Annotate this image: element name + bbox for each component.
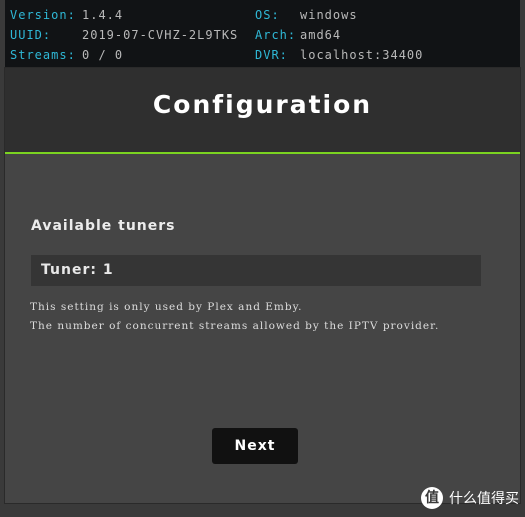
arch-value: amd64 — [300, 28, 342, 42]
uuid-value: 2019-07-CVHZ-2L9TKS — [82, 28, 239, 42]
version-label: Version: — [10, 8, 76, 22]
smzdm-logo-icon: 值 — [421, 487, 443, 509]
arch-label: Arch: — [255, 28, 297, 42]
help-text-iptv-streams: The number of concurrent streams allowed… — [30, 320, 440, 332]
info-bar: Version: 1.4.4 UUID: 2019-07-CVHZ-2L9TKS… — [5, 0, 520, 68]
streams-label: Streams: — [10, 48, 76, 62]
help-text-plex-emby: This setting is only used by Plex and Em… — [30, 301, 303, 313]
uuid-label: UUID: — [10, 28, 52, 42]
os-label: OS: — [255, 8, 280, 22]
os-value: windows — [300, 8, 358, 22]
watermark: 值 什么值得买 — [421, 487, 519, 509]
version-value: 1.4.4 — [82, 8, 124, 22]
streams-value: 0 / 0 — [82, 48, 124, 62]
configuration-panel: Configuration Available tuners Tuner: 1 … — [5, 68, 520, 503]
dvr-label: DVR: — [255, 48, 288, 62]
dvr-value: localhost:34400 — [300, 48, 424, 62]
available-tuners-heading: Available tuners — [31, 218, 176, 234]
panel-header: Configuration — [5, 68, 520, 154]
watermark-text: 什么值得买 — [449, 491, 519, 507]
tuner-field[interactable]: Tuner: 1 — [31, 255, 481, 286]
next-button[interactable]: Next — [212, 428, 298, 464]
page-title: Configuration — [152, 90, 373, 119]
